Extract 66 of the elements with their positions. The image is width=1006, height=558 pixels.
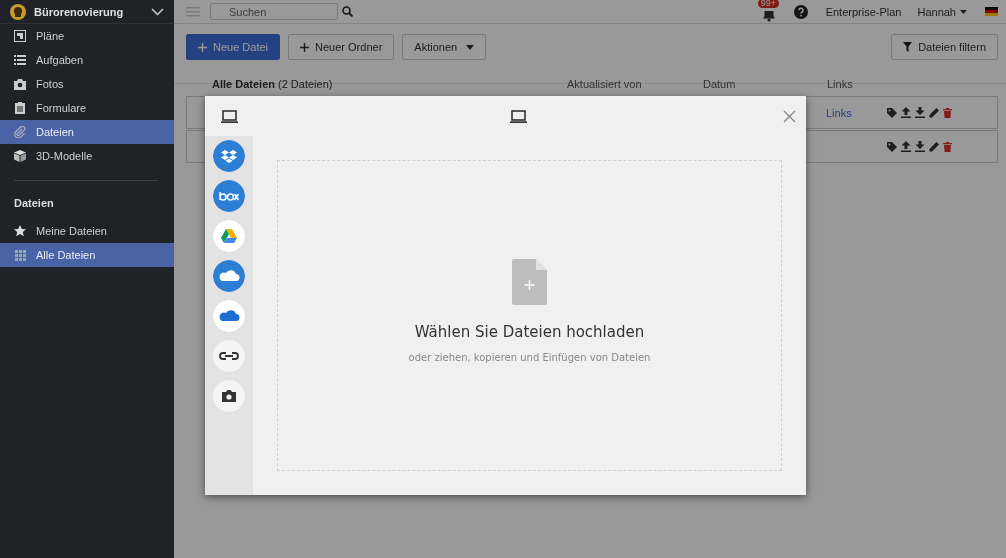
toolbar-button[interactable]: Aktionen — [402, 34, 487, 60]
sidebar-item[interactable]: Meine Dateien — [0, 219, 174, 243]
trash-icon[interactable] — [943, 141, 952, 152]
floor-plan-icon — [14, 30, 26, 42]
toolbar-button[interactable]: Neue Datei — [186, 34, 281, 60]
upload-icon[interactable] — [901, 141, 911, 152]
laptop-icon[interactable] — [509, 109, 527, 123]
grid-icon — [14, 249, 26, 261]
download-icon[interactable] — [915, 107, 925, 118]
list-icon — [14, 54, 26, 66]
drop-zone[interactable]: Wählen Sie Dateien hochladen oder ziehen, kopieren und Einfügen von Dateien — [277, 160, 782, 471]
laptop-icon[interactable] — [220, 109, 238, 123]
paperclip-icon — [14, 126, 26, 138]
download-icon[interactable] — [915, 141, 925, 152]
camera-icon[interactable] — [213, 380, 245, 412]
drop-zone-title: Wählen Sie Dateien hochladen — [414, 322, 645, 341]
upload-icon[interactable] — [901, 107, 911, 118]
box-logo-icon[interactable] — [213, 180, 245, 212]
tag-icon[interactable] — [887, 107, 897, 118]
search-field[interactable]: Suchen — [210, 3, 338, 20]
sidebar-item[interactable]: Fotos — [0, 72, 174, 96]
link-icon[interactable] — [213, 340, 245, 372]
drop-zone-hint: oder ziehen, kopieren und Einfügen von Dateien — [408, 351, 651, 363]
column-header[interactable]: Links — [827, 78, 998, 90]
sidebar-item[interactable]: Alle Dateien — [0, 243, 174, 267]
sidebar-item[interactable]: Formulare — [0, 96, 174, 120]
section-title: Dateien — [13, 196, 55, 211]
camera-icon — [14, 78, 26, 90]
cube-icon — [14, 150, 26, 162]
bell-icon[interactable] — [761, 10, 776, 22]
user-menu[interactable]: Hannah — [917, 5, 967, 18]
toolbar-button[interactable]: Neuer Ordner — [288, 34, 395, 60]
clipboard-icon — [15, 102, 25, 114]
pencil-icon[interactable] — [929, 141, 939, 152]
cloud-icon[interactable] — [213, 260, 245, 292]
add-file-icon — [512, 258, 547, 305]
sidebar-item[interactable]: Dateien — [0, 120, 174, 144]
trash-icon[interactable] — [943, 107, 952, 118]
search-icon[interactable] — [342, 6, 353, 17]
filter-button[interactable]: Dateien filtern — [891, 34, 998, 60]
column-header[interactable]: Alle Dateien (2 Dateien) — [212, 78, 567, 90]
caret-icon — [960, 9, 967, 14]
pencil-icon[interactable] — [929, 107, 939, 118]
links-link[interactable]: Links — [826, 106, 852, 119]
flag-icon[interactable] — [985, 7, 998, 16]
workspace-name[interactable]: Bürorenovierung — [34, 5, 143, 18]
cloud-icon[interactable] — [213, 300, 245, 332]
notification-badge: 99+ — [757, 0, 779, 8]
filter-icon — [903, 42, 913, 52]
plan-link[interactable]: Enterprise-Plan — [825, 5, 902, 18]
plus-icon — [300, 42, 310, 52]
column-header[interactable]: Datum — [703, 78, 827, 90]
sidebar-item[interactable]: 3D-Modelle — [0, 144, 174, 168]
tag-icon[interactable] — [887, 141, 897, 152]
workspace-logo-icon — [10, 3, 26, 20]
chevron-down-icon[interactable] — [151, 7, 164, 16]
plus-icon — [198, 42, 207, 52]
sidebar-item[interactable]: Pläne — [0, 24, 174, 48]
column-header[interactable]: Aktualisiert von — [567, 78, 703, 90]
drive-icon[interactable] — [213, 220, 245, 252]
help-icon[interactable] — [793, 4, 808, 19]
sidebar-item[interactable]: Aufgaben — [0, 48, 174, 72]
close-icon[interactable] — [783, 109, 796, 123]
dropbox-icon[interactable] — [213, 140, 245, 172]
caret-icon — [466, 44, 475, 50]
star-icon — [14, 225, 26, 237]
